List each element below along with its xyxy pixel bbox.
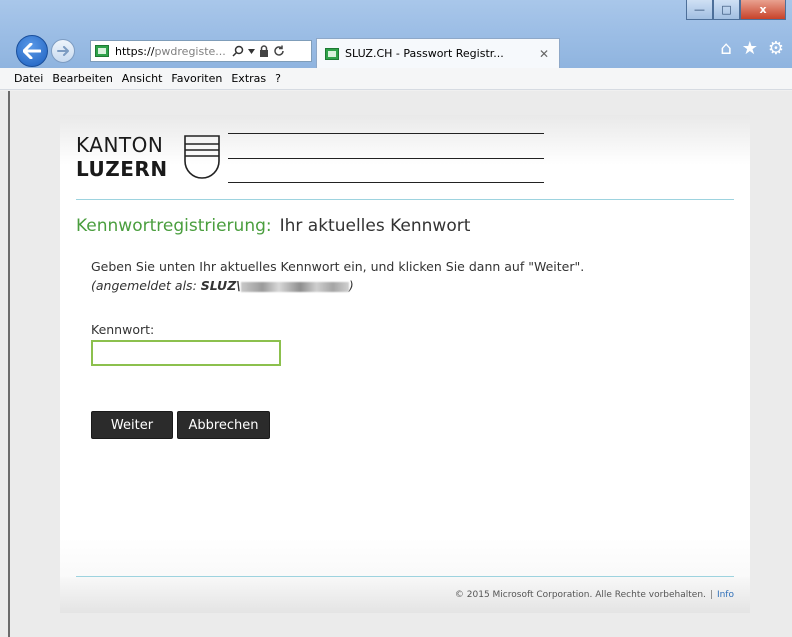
- coat-of-arms-icon: [184, 135, 220, 179]
- refresh-icon[interactable]: [273, 45, 285, 57]
- menu-item-datei[interactable]: Datei: [14, 72, 43, 85]
- page-title: Kennwortregistrierung: Ihr aktuelles Kenn…: [76, 216, 470, 236]
- forward-button[interactable]: [51, 39, 75, 63]
- footer: © 2015 Microsoft Corporation. Alle Recht…: [455, 590, 734, 600]
- window-left-edge: [8, 91, 10, 637]
- instruction-text: Geben Sie unten Ihr aktuelles Kennwort e…: [91, 259, 585, 274]
- arrow-left-icon: [23, 43, 41, 59]
- tab-close-icon[interactable]: ✕: [539, 47, 549, 61]
- home-icon[interactable]: ⌂: [720, 38, 731, 59]
- dropdown-arrow-icon[interactable]: [247, 48, 255, 54]
- logo-rule-top: [228, 133, 544, 134]
- close-window-button[interactable]: x: [740, 0, 786, 20]
- redacted-username: [240, 281, 349, 292]
- address-bar[interactable]: https://pwdregiste...: [90, 40, 312, 62]
- tab-title: SLUZ.CH - Passwort Registr...: [345, 47, 504, 60]
- logo-luzern-text: LUZERN: [76, 157, 168, 181]
- minimize-button[interactable]: —: [686, 0, 713, 20]
- kanton-luzern-logo: KANTON LUZERN: [76, 133, 546, 185]
- favorites-star-icon[interactable]: ★: [742, 38, 758, 59]
- logo-rule-middle: [228, 158, 544, 159]
- menu-item-favoriten[interactable]: Favoriten: [171, 72, 222, 85]
- logged-in-as: (angemeldet als: SLUZ\): [91, 278, 354, 293]
- menu-item-bearbeiten[interactable]: Bearbeiten: [52, 72, 112, 85]
- footer-separator: |: [709, 590, 713, 600]
- lock-icon[interactable]: [259, 45, 269, 57]
- menu-item-ansicht[interactable]: Ansicht: [122, 72, 163, 85]
- password-field[interactable]: [91, 340, 281, 366]
- browser-tab[interactable]: SLUZ.CH - Passwort Registr... ✕: [316, 38, 560, 68]
- next-button[interactable]: Weiter: [91, 411, 173, 439]
- arrow-right-icon: [57, 46, 69, 56]
- logo-rule-bottom: [228, 182, 544, 183]
- menu-bar: Datei Bearbeiten Ansicht Favoriten Extra…: [0, 68, 792, 90]
- cancel-button[interactable]: Abbrechen: [177, 411, 270, 439]
- search-icon[interactable]: [232, 45, 244, 57]
- info-link[interactable]: Info: [717, 590, 734, 600]
- logged-in-domain: SLUZ\: [200, 278, 241, 293]
- address-domain: pwdregiste...: [154, 44, 226, 58]
- maximize-button[interactable]: □: [713, 0, 740, 20]
- footer-divider: [76, 576, 734, 577]
- tab-favicon-icon: [325, 47, 339, 60]
- window-controls: — □ x: [686, 0, 786, 20]
- site-favicon-icon: [95, 45, 109, 57]
- logo-kanton-text: KANTON: [76, 133, 164, 157]
- page-title-main: Kennwortregistrierung:: [76, 216, 272, 236]
- page-title-sub: Ihr aktuelles Kennwort: [279, 216, 471, 236]
- copyright-text: © 2015 Microsoft Corporation. Alle Recht…: [454, 590, 706, 600]
- settings-gear-icon[interactable]: ⚙: [768, 38, 784, 59]
- menu-item-help[interactable]: ?: [275, 72, 281, 85]
- address-https: https://: [115, 44, 155, 58]
- menu-item-extras[interactable]: Extras: [231, 72, 266, 85]
- header-divider: [76, 199, 734, 200]
- password-label: Kennwort:: [91, 322, 155, 337]
- back-button[interactable]: [16, 35, 48, 67]
